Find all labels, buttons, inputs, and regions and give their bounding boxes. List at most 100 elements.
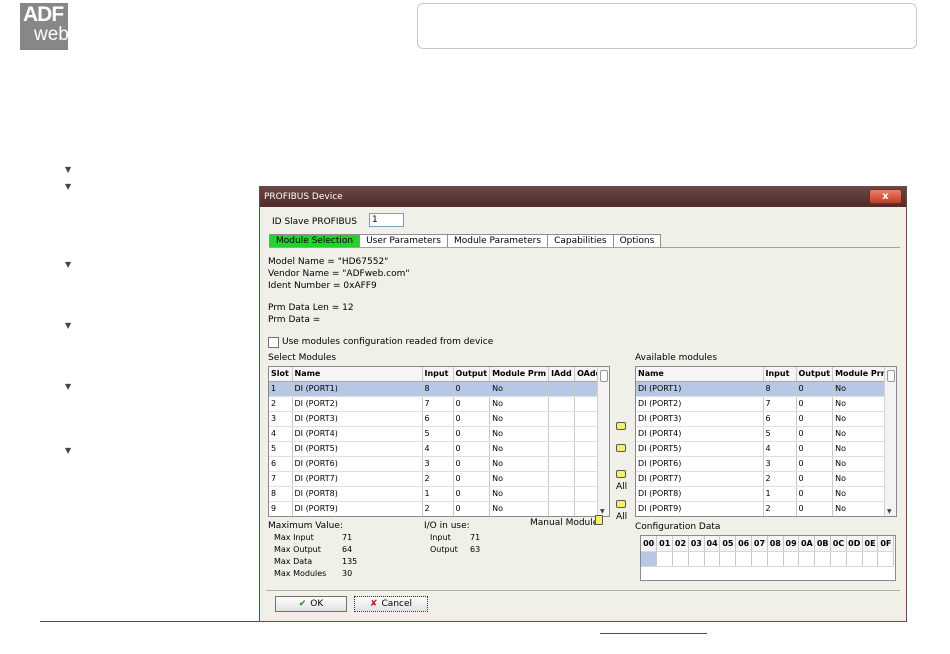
table-row[interactable]: 9 DI (PORT9) 2 0 No [269,501,607,516]
scroll-down-icon[interactable]: ▼ [887,508,892,515]
move-right-button[interactable] [614,443,628,453]
table-cell: 4 [422,441,454,457]
table-row[interactable]: DI (PORT1) 8 0 No [636,381,893,397]
table-cell: 4 [763,441,797,457]
table-row[interactable]: 5 DI (PORT5) 4 0 No [269,441,607,457]
table-row[interactable]: DI (PORT8) 1 0 No [636,486,893,502]
config-data-cell[interactable] [798,551,816,567]
column-header[interactable]: Slot [269,367,293,382]
config-header-cell: 0A [798,536,816,552]
io-in-use-label: I/O in use: [424,521,470,531]
column-header[interactable]: Input [763,367,797,382]
cancel-button[interactable]: ✘ Cancel [354,596,428,612]
column-header[interactable]: Output [453,367,491,382]
table-row[interactable]: DI (PORT2) 7 0 No [636,396,893,412]
column-header[interactable]: Name [636,367,764,382]
column-header[interactable]: Name [292,367,423,382]
config-data-cell[interactable] [704,551,721,567]
config-data-cell[interactable] [656,551,674,567]
move-all-left-button[interactable] [614,469,628,479]
table-cell [548,396,576,412]
scroll-down-icon[interactable]: ▼ [600,508,605,515]
cross-icon: ✘ [369,599,378,609]
config-data-cell[interactable] [846,551,863,567]
window-titlebar[interactable]: PROFIBUS Device [260,187,906,207]
table-row[interactable]: 1 DI (PORT1) 8 0 No [269,381,607,397]
manual-module-button[interactable] [595,515,603,525]
id-slave-input[interactable]: 1 [369,213,404,227]
config-data-cell[interactable] [862,551,879,567]
scroll-thumb[interactable] [600,370,608,382]
max-modules-label: Max Modules [274,569,327,578]
table-row[interactable]: DI (PORT5) 4 0 No [636,441,893,457]
table-row[interactable]: 8 DI (PORT8) 1 0 No [269,486,607,502]
table-row[interactable]: DI (PORT6) 3 0 No [636,456,893,472]
table-row[interactable]: DI (PORT4) 5 0 No [636,426,893,442]
table-row[interactable]: 3 DI (PORT3) 6 0 No [269,411,607,427]
config-header-cell: 06 [735,536,753,552]
use-modules-checkbox[interactable] [268,337,279,348]
table-cell: 0 [453,426,491,442]
table-cell: 0 [453,486,491,502]
max-data-label: Max Data [274,557,313,566]
config-header-cell: 00 [641,536,658,552]
table-cell: No [832,396,893,412]
column-header[interactable]: Module Prm [489,367,550,382]
table-row[interactable]: DI (PORT9) 2 0 No [636,501,893,516]
tab-module-parameters[interactable]: Module Parameters [447,234,549,248]
tab-user-parameters[interactable]: User Parameters [360,234,448,248]
config-data-cell[interactable] [877,551,895,567]
scroll-thumb[interactable] [887,370,895,382]
tab-capabilities[interactable]: Capabilities [548,234,614,248]
max-input-label: Max Input [274,533,314,542]
close-icon: x [882,191,889,202]
table-row[interactable]: 2 DI (PORT2) 7 0 No [269,396,607,412]
table-cell: DI (PORT7) [292,471,423,487]
column-header[interactable]: IAdd [548,367,576,382]
config-data-cell[interactable] [735,551,753,567]
config-data-cell[interactable] [830,551,847,567]
table-row[interactable]: 7 DI (PORT7) 2 0 No [269,471,607,487]
config-header-cell: 0C [830,536,847,552]
config-data-cell[interactable] [783,551,800,567]
table-row[interactable]: 6 DI (PORT6) 3 0 No [269,456,607,472]
select-modules-grid[interactable]: Slot Name Input Output Module Prm IAdd O… [268,366,610,517]
config-data-cell[interactable] [719,551,737,567]
io-output-label: Output [430,545,458,554]
available-modules-grid[interactable]: Name Input Output Module Prm DI (PORT1) 8… [635,366,897,517]
table-cell: DI (PORT8) [636,486,764,502]
table-cell: No [832,441,893,457]
close-button[interactable]: x [869,189,902,204]
table-cell: 0 [796,441,834,457]
column-header[interactable]: Output [796,367,834,382]
column-header[interactable]: Input [422,367,454,382]
config-data-cell[interactable] [688,551,705,567]
table-cell: 3 [422,456,454,472]
tab-module-selection[interactable]: Module Selection [269,234,361,248]
config-data-grid[interactable]: 00 01 02 03 04 05 06 07 08 09 0A 0B 0C 0D 0E 0F [640,535,896,581]
footer-link-underline[interactable] [600,633,707,634]
config-data-cell[interactable] [672,551,689,567]
column-header[interactable]: Module Prm [832,367,893,382]
table-cell: No [489,426,550,442]
config-data-cell[interactable] [641,551,658,567]
tab-options[interactable]: Options [613,234,662,248]
table-row[interactable]: 4 DI (PORT4) 5 0 No [269,426,607,442]
table-cell: 0 [796,411,834,427]
table-cell [548,411,576,427]
table-row[interactable]: DI (PORT3) 6 0 No [636,411,893,427]
available-modules-scrollbar[interactable]: ▼ [884,367,896,516]
config-data-cell[interactable] [814,551,832,567]
config-data-cell[interactable] [751,551,768,567]
table-row[interactable]: DI (PORT7) 2 0 No [636,471,893,487]
config-data-cell[interactable] [767,551,784,567]
move-all-right-button[interactable] [614,499,628,509]
config-header-cell: 04 [704,536,721,552]
table-cell: No [832,411,893,427]
ok-button[interactable]: ✔ OK [275,596,347,612]
table-cell: 0 [796,426,834,442]
move-left-button[interactable] [614,421,628,431]
io-output-value: 63 [470,545,481,554]
table-cell: 4 [269,426,293,442]
select-modules-scrollbar[interactable]: ▼ [597,367,609,516]
